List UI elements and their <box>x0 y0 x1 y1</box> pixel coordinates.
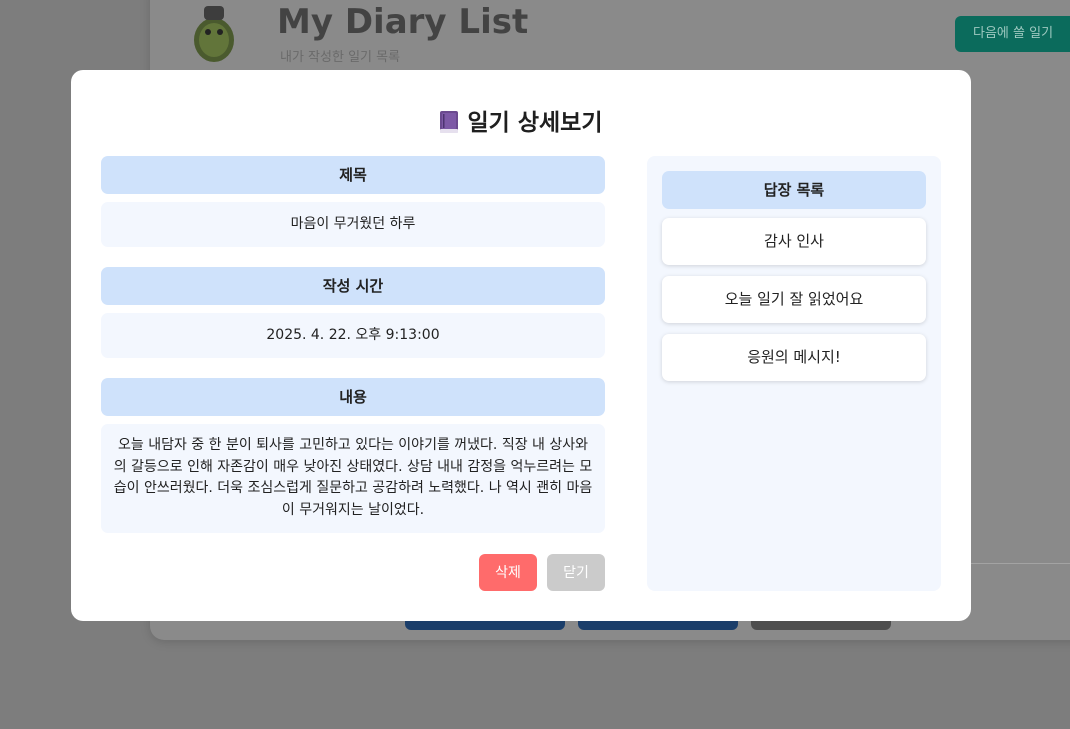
delete-button[interactable]: 삭제 <box>479 554 537 591</box>
content-section-label: 내용 <box>101 378 605 416</box>
title-section-value: 마음이 무거웠던 하루 <box>101 202 605 247</box>
modal-title: 일기 상세보기 <box>71 103 971 137</box>
diary-info-column: 제목 마음이 무거웠던 하루 작성 시간 2025. 4. 22. 오후 9:1… <box>101 156 605 533</box>
book-icon <box>439 111 458 133</box>
title-section-label: 제목 <box>101 156 605 194</box>
reply-list-label: 답장 목록 <box>662 171 926 209</box>
background-divider <box>970 563 1070 564</box>
content-section-value: 오늘 내담자 중 한 분이 퇴사를 고민하고 있다는 이야기를 꺼냈다. 직장 … <box>101 424 605 533</box>
diary-mascot-icon <box>194 6 234 62</box>
diary-detail-modal: 일기 상세보기 제목 마음이 무거웠던 하루 작성 시간 2025. 4. 22… <box>71 70 971 621</box>
reply-item[interactable]: 감사 인사 <box>662 218 926 265</box>
background-write-button: 다음에 쓸 일기 <box>955 16 1070 52</box>
modal-actions: 삭제 닫기 <box>101 554 605 591</box>
reply-list-panel: 답장 목록 감사 인사 오늘 일기 잘 읽었어요 응원의 메시지! <box>647 156 941 591</box>
reply-item[interactable]: 오늘 일기 잘 읽었어요 <box>662 276 926 323</box>
background-subtitle: 내가 작성한 일기 목록 <box>280 50 401 65</box>
modal-title-text: 일기 상세보기 <box>467 110 603 136</box>
background-app-title: My Diary List <box>277 2 529 42</box>
reply-item[interactable]: 응원의 메시지! <box>662 334 926 381</box>
time-section-value: 2025. 4. 22. 오후 9:13:00 <box>101 313 605 358</box>
time-section-label: 작성 시간 <box>101 267 605 305</box>
close-button[interactable]: 닫기 <box>547 554 605 591</box>
